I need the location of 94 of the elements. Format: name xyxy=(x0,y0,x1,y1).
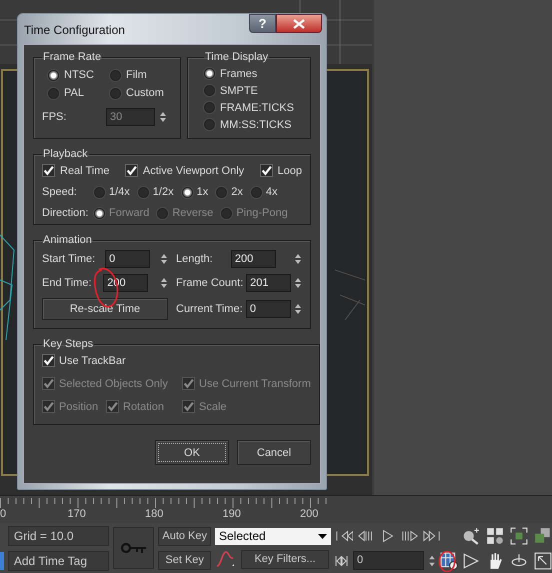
checkbox[interactable] xyxy=(42,164,55,177)
time-tag-field[interactable]: Add Time Tag xyxy=(8,550,109,570)
group-title: Key Steps xyxy=(42,338,94,350)
radio-label: PAL xyxy=(64,87,84,99)
radio-label: 2x xyxy=(231,186,243,198)
checkbox-label: Loop xyxy=(278,164,302,176)
field-label: Direction: xyxy=(42,207,86,219)
radio-label: Frames xyxy=(220,68,258,80)
panel-edge xyxy=(0,552,4,570)
field-label: Start Time: xyxy=(42,253,96,265)
go-to-start-icon[interactable] xyxy=(335,528,353,542)
radio-label: NTSC xyxy=(64,69,94,81)
grid-squares-icon[interactable] xyxy=(486,526,504,544)
radio-button[interactable] xyxy=(204,102,215,113)
window-title: Time Configuration xyxy=(24,23,125,37)
radio-button[interactable] xyxy=(250,186,262,198)
radio-button[interactable] xyxy=(182,186,193,198)
cube-frame-icon[interactable] xyxy=(510,526,528,544)
key-filters-button[interactable]: Key Filters... xyxy=(241,550,329,568)
group-title: Frame Rate xyxy=(42,51,102,63)
radio-label: FRAME:TICKS xyxy=(220,102,294,114)
radio-label: SMPTE xyxy=(220,84,258,96)
key-set-dropdown[interactable]: Selected xyxy=(215,528,331,544)
key-mode-icon[interactable] xyxy=(335,554,349,566)
help-button[interactable]: ? xyxy=(249,14,276,33)
radio-label: MM:SS:TICKS xyxy=(220,118,292,130)
number-field[interactable]: 0 xyxy=(105,250,150,268)
close-button[interactable] xyxy=(276,14,322,33)
checkbox[interactable] xyxy=(260,164,273,177)
field-label: Length: xyxy=(176,253,213,265)
ruler-label: 180 xyxy=(145,508,164,520)
zoom-icon[interactable] xyxy=(462,526,480,544)
checkbox-label: Scale xyxy=(199,400,227,412)
radio-button[interactable] xyxy=(94,186,105,198)
checkbox[interactable] xyxy=(42,354,55,367)
radio-button[interactable] xyxy=(204,68,215,79)
grid-status: Grid = 10.0 xyxy=(8,526,109,546)
radio-button[interactable] xyxy=(204,119,215,130)
maximize-icon[interactable] xyxy=(534,552,552,570)
field-label: Current Time: xyxy=(176,303,243,315)
radio-label: 1/4x xyxy=(109,186,130,198)
group-title: Playback xyxy=(42,148,89,160)
radio-label: Film xyxy=(126,69,147,81)
radio-button[interactable] xyxy=(110,88,121,98)
radio-button[interactable] xyxy=(48,88,59,98)
set-key-mode-button[interactable]: Set Key xyxy=(158,550,211,570)
calendar-clock-icon[interactable] xyxy=(440,552,458,570)
field-label: Frame Count: xyxy=(176,277,244,289)
radio-label: 1x xyxy=(196,186,208,198)
checkbox-label: Real Time xyxy=(60,164,110,176)
radio-button[interactable] xyxy=(204,85,215,96)
annotation-circle xyxy=(436,550,458,573)
radio-label: Custom xyxy=(126,87,164,99)
field-label: Speed: xyxy=(42,186,78,198)
checkbox-label: Use TrackBar xyxy=(59,354,126,366)
next-frame-icon[interactable] xyxy=(401,528,419,542)
radio-label: Forward xyxy=(109,207,150,219)
rescale-time-button[interactable]: Re-scale Time xyxy=(42,298,168,320)
ruler-label: 0 xyxy=(0,508,6,520)
number-field[interactable]: 0 xyxy=(246,300,291,318)
group-title: Animation xyxy=(42,234,93,246)
go-to-end-icon[interactable] xyxy=(423,528,441,542)
group-title: Time Display xyxy=(204,51,270,63)
key-icon xyxy=(120,542,147,554)
radio-label: Ping-Pong xyxy=(236,207,288,219)
ruler-label: 190 xyxy=(222,508,241,520)
checkbox-label: Position xyxy=(59,400,98,412)
ruler-label: 200 xyxy=(300,508,318,520)
ok-button[interactable]: OK xyxy=(155,440,229,465)
cancel-button[interactable]: Cancel xyxy=(237,440,311,465)
checkbox-label: Active Viewport Only xyxy=(142,164,244,176)
radio-button[interactable] xyxy=(110,70,121,80)
caret-icon xyxy=(318,534,327,538)
radio-label: 1/2x xyxy=(152,186,174,198)
radio-label: Reverse xyxy=(172,207,214,219)
radio-button[interactable] xyxy=(216,186,228,198)
field-label: End Time: xyxy=(42,277,92,289)
close-icon xyxy=(293,18,305,28)
checkbox-label: Selected Objects Only xyxy=(59,378,168,390)
field-label: FPS: xyxy=(42,111,68,123)
radio-label: 4x xyxy=(266,186,278,198)
radio-button[interactable] xyxy=(48,70,59,80)
checkbox-label: Use Current Transform xyxy=(199,378,311,390)
checkbox-label: Rotation xyxy=(123,400,164,412)
previous-frame-icon[interactable] xyxy=(357,528,375,542)
number-field[interactable]: 201 xyxy=(246,274,292,292)
checkbox[interactable] xyxy=(124,164,138,177)
number-field[interactable]: 200 xyxy=(230,250,276,268)
cubes-icon[interactable] xyxy=(534,526,552,544)
radio-button[interactable] xyxy=(138,186,149,198)
ruler-label: 170 xyxy=(68,508,86,520)
triangle-icon[interactable] xyxy=(462,552,480,570)
frame-field[interactable]: 0 xyxy=(353,551,424,570)
auto-key-button[interactable]: Auto Key xyxy=(158,526,211,546)
